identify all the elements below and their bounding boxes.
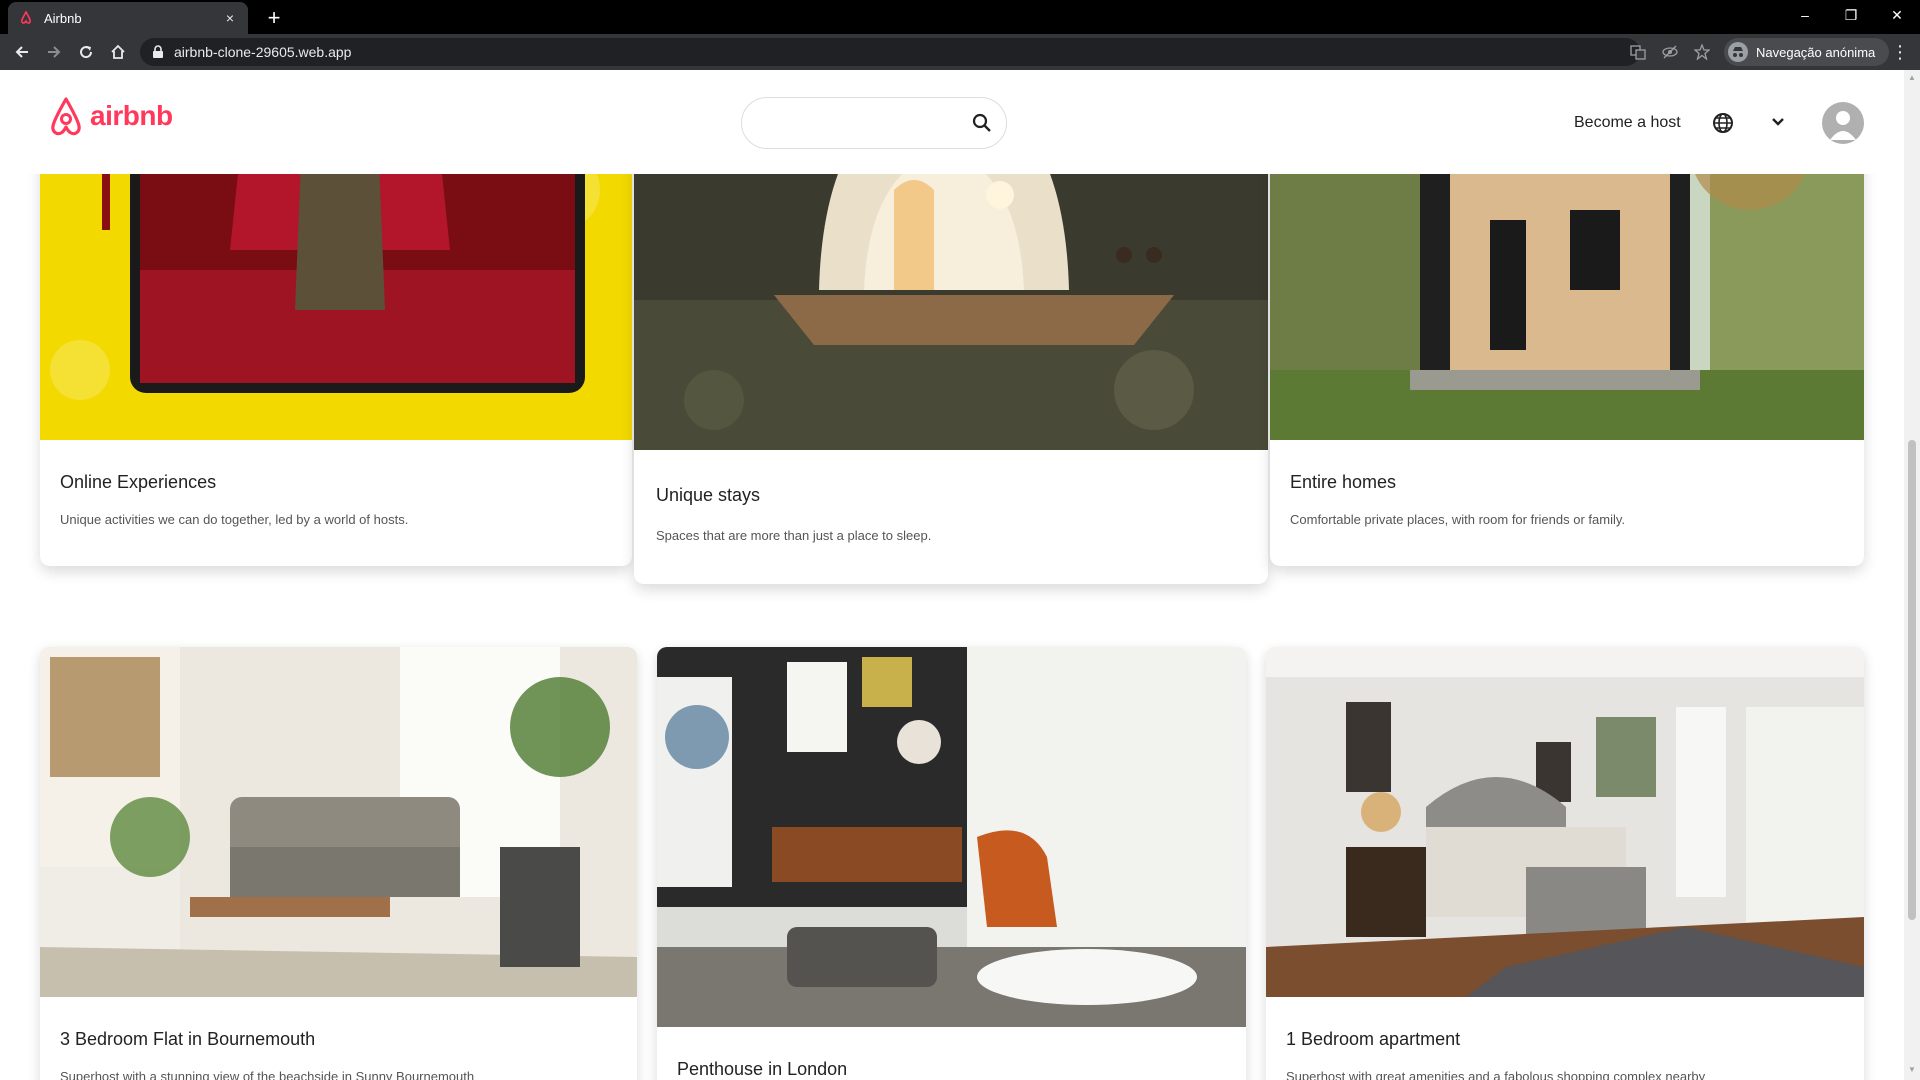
logo-text: airbnb <box>90 100 173 131</box>
lock-icon <box>153 45 163 58</box>
forward-button[interactable] <box>40 38 68 66</box>
home-icon <box>111 44 125 59</box>
address-url: airbnb-clone-29605.web.app <box>174 44 352 60</box>
reload-button[interactable] <box>72 38 100 66</box>
search-icon[interactable] <box>972 113 992 133</box>
reload-icon <box>80 46 93 59</box>
listing-image-bournemouth <box>40 647 637 997</box>
site-header: airbnb Become a host <box>0 70 1904 174</box>
browser-menu-icon[interactable]: ⋮ <box>1890 42 1910 62</box>
listing-card[interactable]: 1 Bedroom apartment Superhost with great… <box>1266 647 1864 1080</box>
category-title: Online Experiences <box>60 472 217 492</box>
new-tab-button[interactable]: + <box>260 4 288 32</box>
listing-image-bedroom <box>1266 647 1864 997</box>
category-subtitle: Comfortable private places, with room fo… <box>1290 512 1625 527</box>
incognito-profile-button[interactable]: Navegação anónima <box>1724 38 1890 66</box>
chevron-down-icon[interactable] <box>1770 114 1786 130</box>
globe-icon[interactable] <box>1712 112 1734 134</box>
user-icon <box>1830 111 1856 140</box>
bookmark-star-icon[interactable] <box>1694 44 1710 60</box>
address-bar[interactable]: airbnb-clone-29605.web.app <box>140 38 1640 66</box>
category-subtitle: Spaces that are more than just a place t… <box>656 528 932 543</box>
user-avatar[interactable] <box>1822 102 1864 144</box>
listing-subtitle: Superhost with a stunning view of the be… <box>60 1069 475 1080</box>
tab-title: Airbnb <box>44 10 82 26</box>
scroll-down-icon[interactable]: ▼ <box>1908 1066 1916 1074</box>
listing-card[interactable]: 3 Bedroom Flat in Bournemouth Superhost … <box>40 647 637 1080</box>
listing-title: Penthouse in London <box>677 1059 848 1079</box>
page-viewport: Online Experiences Unique activities we … <box>0 70 1904 1080</box>
back-button[interactable] <box>8 38 36 66</box>
close-window-button[interactable]: ✕ <box>1874 0 1920 32</box>
scroll-thumb[interactable] <box>1908 440 1916 920</box>
minimize-button[interactable]: – <box>1782 0 1828 32</box>
listing-card[interactable]: Penthouse in London <box>657 647 1246 1080</box>
home-button[interactable] <box>104 38 132 66</box>
tab-close-icon[interactable]: × <box>222 10 238 26</box>
eye-off-icon[interactable] <box>1662 44 1678 60</box>
browser-tab[interactable]: Airbnb × <box>8 2 248 34</box>
profile-label: Navegação anónima <box>1756 44 1876 60</box>
listing-title: 3 Bedroom Flat in Bournemouth <box>60 1029 316 1049</box>
translate-icon[interactable] <box>1630 44 1646 60</box>
restore-button[interactable]: ❐ <box>1828 0 1874 32</box>
listing-title: 1 Bedroom apartment <box>1286 1029 1461 1049</box>
category-title: Entire homes <box>1290 472 1397 492</box>
airbnb-logo[interactable]: airbnb <box>48 96 173 136</box>
listing-image-penthouse <box>657 647 1246 1027</box>
category-title: Unique stays <box>656 485 761 505</box>
category-subtitle: Unique activities we can do together, le… <box>60 512 409 527</box>
listing-subtitle: Superhost with great amenities and a fab… <box>1286 1069 1706 1080</box>
become-host-link[interactable]: Become a host <box>1574 114 1681 132</box>
airbnb-logo-icon <box>51 97 81 136</box>
back-arrow-icon <box>15 46 28 58</box>
forward-arrow-icon <box>48 46 61 58</box>
browser-toolbar: airbnb-clone-29605.web.app Navegação anó… <box>0 34 1920 70</box>
browser-tabstrip: Airbnb × + – ❐ ✕ <box>0 0 1920 34</box>
scroll-up-icon[interactable]: ▲ <box>1908 74 1916 82</box>
search-input[interactable] <box>741 97 1007 149</box>
incognito-icon <box>1728 42 1748 62</box>
page-scrollbar[interactable]: ▲ ▼ <box>1904 70 1920 1080</box>
airbnb-favicon-icon <box>18 10 34 26</box>
